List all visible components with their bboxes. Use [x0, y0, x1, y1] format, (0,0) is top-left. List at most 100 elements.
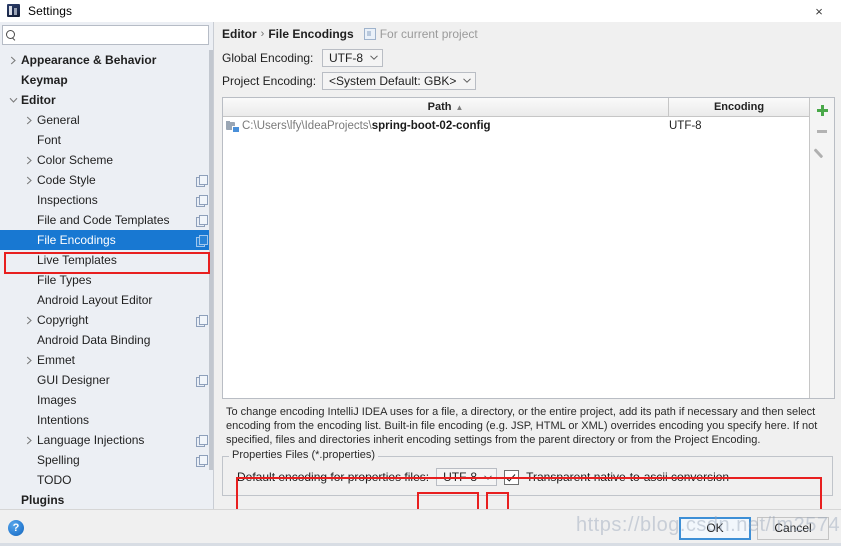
table-header-row: Path ▲ Encoding [223, 98, 809, 117]
project-encoding-label: Project Encoding: [222, 73, 317, 88]
sidebar-item-label: Android Data Binding [37, 333, 151, 347]
sidebar-item-label: TODO [37, 473, 72, 487]
dialog-body: Appearance & Behavior Keymap Editor General… [0, 22, 841, 520]
sidebar-item-label: Font [37, 133, 62, 147]
chevron-right-icon[interactable] [22, 116, 37, 125]
sidebar-item-general[interactable]: General [0, 110, 213, 130]
ok-button[interactable]: OK [679, 516, 751, 540]
global-encoding-select[interactable]: UTF-8 [322, 48, 383, 67]
sidebar-item-gui-designer[interactable]: GUI Designer [0, 370, 213, 390]
sidebar-item-file-types[interactable]: File Types [0, 270, 213, 290]
sidebar-item-android-data-binding[interactable]: Android Data Binding [0, 330, 213, 350]
chevron-down-icon [369, 55, 378, 60]
sidebar-scrollbar-thumb[interactable] [209, 50, 213, 470]
sidebar-item-android-layout-editor[interactable]: Android Layout Editor [0, 290, 213, 310]
sidebar-item-label: Android Layout Editor [37, 293, 153, 307]
sidebar-item-todo[interactable]: TODO [0, 470, 213, 490]
sidebar-item-copyright[interactable]: Copyright [0, 310, 213, 330]
sidebar-item-intentions[interactable]: Intentions [0, 410, 213, 430]
search-box[interactable] [2, 25, 209, 45]
sidebar-item-label: GUI Designer [37, 373, 110, 387]
copy-settings-icon[interactable] [196, 434, 208, 447]
table-body[interactable]: C:\Users\lfy\IdeaProjects\ spring-boot-02… [223, 117, 809, 398]
sidebar-item-label: Spelling [37, 453, 80, 467]
sidebar-item-font[interactable]: Font [0, 130, 213, 150]
sidebar-item-language-injections[interactable]: Language Injections [0, 430, 213, 450]
breadcrumb-parent[interactable]: Editor [222, 27, 257, 41]
chevron-down-icon[interactable] [6, 97, 21, 104]
properties-encoding-select[interactable]: UTF-8 [436, 468, 498, 486]
encodings-table: Path ▲ Encoding C:\Users\lfy\IdeaProject… [222, 97, 835, 399]
transparent-native-to-ascii-checkbox[interactable] [504, 469, 520, 485]
breadcrumb-separator: › [260, 28, 265, 40]
project-encoding-select[interactable]: <System Default: GBK> [322, 71, 477, 90]
sidebar-item-label: Language Injections [37, 433, 145, 447]
sidebar-item-inspections[interactable]: Inspections [0, 190, 213, 210]
encodings-description: To change encoding IntelliJ IDEA uses fo… [226, 406, 818, 446]
settings-main-panel: Editor › File Encodings For current proj… [214, 22, 841, 520]
chevron-right-icon[interactable] [22, 436, 37, 445]
sidebar-item-label: Appearance & Behavior [21, 53, 157, 67]
column-header-encoding-label: Encoding [713, 101, 765, 113]
breadcrumb-current: File Encodings [268, 27, 354, 41]
sidebar-item-label: Color Scheme [37, 153, 114, 167]
close-icon[interactable]: × [797, 0, 841, 22]
copy-settings-icon[interactable] [196, 314, 208, 327]
title-bar: Settings × [0, 0, 841, 22]
add-path-button[interactable] [811, 100, 833, 121]
global-encoding-row: Global Encoding: UTF-8 [220, 46, 835, 69]
copy-settings-icon[interactable] [196, 194, 208, 207]
settings-tree[interactable]: Appearance & Behavior Keymap Editor General… [0, 48, 213, 509]
sidebar-item-emmet[interactable]: Emmet [0, 350, 213, 370]
minus-icon [817, 130, 827, 133]
breadcrumb: Editor › File Encodings For current proj… [220, 22, 835, 46]
chevron-right-icon[interactable] [22, 176, 37, 185]
column-header-encoding[interactable]: Encoding [668, 98, 809, 116]
help-icon[interactable]: ? [8, 520, 24, 536]
cancel-button[interactable]: Cancel [757, 516, 829, 540]
table-cell-encoding[interactable]: UTF-8 [663, 120, 809, 132]
sidebar-scrollbar[interactable] [209, 50, 213, 509]
sidebar-item-live-templates[interactable]: Live Templates [0, 250, 213, 270]
search-input[interactable] [18, 28, 208, 42]
column-header-path[interactable]: Path ▲ [223, 98, 668, 116]
copy-settings-icon[interactable] [196, 454, 208, 467]
sidebar-item-keymap[interactable]: Keymap [0, 70, 213, 90]
sidebar-item-label: Intentions [37, 413, 90, 427]
chevron-right-icon[interactable] [22, 316, 37, 325]
sidebar-item-label: Code Style [37, 173, 96, 187]
chevron-right-icon[interactable] [22, 356, 37, 365]
sidebar-item-label: Images [37, 393, 77, 407]
sidebar-item-plugins[interactable]: Plugins [0, 490, 213, 509]
transparent-native-to-ascii-label: Transparent native-to-ascii conversion [526, 470, 730, 484]
sidebar-item-color-scheme[interactable]: Color Scheme [0, 150, 213, 170]
copy-settings-icon[interactable] [196, 174, 208, 187]
table-row[interactable]: C:\Users\lfy\IdeaProjects\ spring-boot-02… [223, 117, 809, 134]
chevron-right-icon[interactable] [6, 56, 21, 65]
plus-icon [816, 105, 828, 116]
sidebar-item-spelling[interactable]: Spelling [0, 450, 213, 470]
sidebar-item-appearance-behavior[interactable]: Appearance & Behavior [0, 50, 213, 70]
sidebar-item-editor[interactable]: Editor [0, 90, 213, 110]
footer-buttons: OK Cancel [679, 516, 829, 540]
sidebar-item-file-encodings[interactable]: File Encodings [0, 230, 213, 250]
properties-encoding-value: UTF-8 [443, 470, 478, 484]
sidebar-item-label: Keymap [21, 73, 68, 87]
copy-settings-icon[interactable] [196, 234, 208, 247]
chevron-right-icon[interactable] [22, 156, 37, 165]
edit-path-button[interactable] [811, 142, 833, 163]
sidebar-item-images[interactable]: Images [0, 390, 213, 410]
sidebar-item-label: Plugins [21, 493, 65, 507]
sidebar-item-label: Live Templates [37, 253, 117, 267]
copy-settings-icon[interactable] [196, 214, 208, 227]
sidebar-item-file-and-code-templates[interactable]: File and Code Templates [0, 210, 213, 230]
remove-path-button[interactable] [811, 121, 833, 142]
path-prefix: C:\Users\lfy\IdeaProjects\ [242, 119, 372, 132]
sidebar-item-code-style[interactable]: Code Style [0, 170, 213, 190]
sidebar-item-label: File Types [37, 273, 92, 287]
project-encoding-value: <System Default: GBK> [329, 73, 457, 88]
properties-files-group: Properties Files (*.properties) Default … [222, 449, 833, 496]
copy-settings-icon[interactable] [196, 374, 208, 387]
window-title: Settings [28, 4, 73, 18]
folder-module-icon [226, 120, 240, 133]
